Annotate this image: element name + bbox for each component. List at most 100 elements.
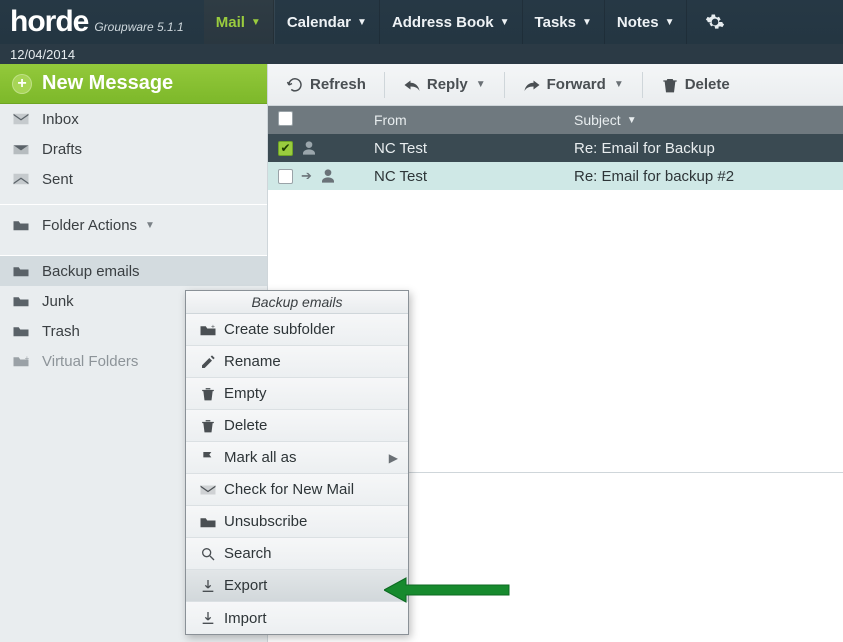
sent-icon <box>12 172 34 186</box>
chevron-down-icon: ▼ <box>145 220 155 231</box>
submenu-chevron-icon: ▶ <box>389 451 398 465</box>
chevron-down-icon: ▼ <box>500 17 510 28</box>
refresh-icon <box>286 76 304 94</box>
trash-icon <box>196 386 220 402</box>
ctx-label: Search <box>224 545 272 562</box>
brand-name: horde <box>10 0 88 44</box>
inbox-icon <box>12 112 34 126</box>
ctx-mark-all-as[interactable]: Mark all as ▶ <box>186 442 408 474</box>
drafts-icon <box>12 142 34 156</box>
folder-icon <box>12 294 34 308</box>
chevron-down-icon: ▼ <box>251 17 261 28</box>
virtual-folders-label: Virtual Folders <box>42 353 138 370</box>
trash-icon <box>661 76 679 94</box>
newfolder-icon: + <box>196 323 220 337</box>
ctx-check-new-mail[interactable]: Check for New Mail <box>186 474 408 506</box>
nav-addressbook-label: Address Book <box>392 14 494 31</box>
forwarded-icon: ➔ <box>301 168 312 184</box>
nav-notes[interactable]: Notes ▼ <box>605 0 688 44</box>
folder-trash-label: Trash <box>42 323 80 340</box>
person-icon <box>320 168 336 184</box>
delete-button[interactable]: Delete <box>651 72 740 98</box>
ctx-label: Empty <box>224 385 267 402</box>
column-header: From Subject ▼ <box>268 106 843 134</box>
plus-icon: + <box>12 74 32 94</box>
date-text: 12/04/2014 <box>10 47 75 62</box>
download-icon <box>196 610 220 626</box>
folder-inbox[interactable]: Inbox <box>0 104 267 134</box>
reply-button[interactable]: Reply ▼ <box>393 72 496 98</box>
folder-drafts[interactable]: Drafts <box>0 134 267 164</box>
message-row[interactable]: ➔ NC Test Re: Email for backup #2 <box>268 162 843 190</box>
row-checkbox[interactable] <box>278 169 293 184</box>
main-nav: Mail ▼ Calendar ▼ Address Book ▼ Tasks ▼… <box>204 0 736 44</box>
folder-junk-label: Junk <box>42 293 74 310</box>
message-subject: Re: Email for backup #2 <box>574 168 843 185</box>
folder-plus-icon: + <box>12 354 34 368</box>
mail-icon <box>196 484 220 496</box>
svg-text:+: + <box>25 354 30 362</box>
folder-icon <box>196 515 220 529</box>
column-subject[interactable]: Subject ▼ <box>574 112 843 128</box>
ctx-unsubscribe[interactable]: Unsubscribe <box>186 506 408 538</box>
ctx-search[interactable]: Search <box>186 538 408 570</box>
folder-context-menu: Backup emails + Create subfolder Rename … <box>185 290 409 635</box>
forward-icon <box>523 76 541 94</box>
select-all-checkbox[interactable] <box>278 111 293 126</box>
sort-desc-icon: ▼ <box>627 115 637 126</box>
ctx-label: Export <box>224 577 267 594</box>
folder-backup-emails-label: Backup emails <box>42 263 140 280</box>
ctx-label: Create subfolder <box>224 321 335 338</box>
refresh-button[interactable]: Refresh <box>276 72 376 98</box>
column-from[interactable]: From <box>374 112 574 128</box>
folder-backup-emails[interactable]: Backup emails <box>0 256 267 286</box>
folder-inbox-label: Inbox <box>42 111 79 128</box>
forward-label: Forward <box>547 76 606 93</box>
svg-text:+: + <box>211 323 215 330</box>
person-icon <box>301 140 317 156</box>
chevron-down-icon: ▼ <box>357 17 367 28</box>
settings-gear-icon[interactable] <box>695 0 735 44</box>
folder-sent-label: Sent <box>42 171 73 188</box>
row-checkbox[interactable]: ✔ <box>278 141 293 156</box>
top-bar: horde Groupware 5.1.1 Mail ▼ Calendar ▼ … <box>0 0 843 44</box>
chevron-down-icon: ▼ <box>476 79 486 90</box>
ctx-empty[interactable]: Empty <box>186 378 408 410</box>
folder-sent[interactable]: Sent <box>0 164 267 194</box>
context-menu-title: Backup emails <box>186 291 408 314</box>
chevron-down-icon: ▼ <box>614 79 624 90</box>
message-subject: Re: Email for Backup <box>574 140 843 157</box>
ctx-create-subfolder[interactable]: + Create subfolder <box>186 314 408 346</box>
nav-tasks-label: Tasks <box>535 14 576 31</box>
message-toolbar: Refresh Reply ▼ Forward ▼ <box>268 64 843 106</box>
trash-icon <box>196 418 220 434</box>
ctx-label: Import <box>224 610 267 627</box>
folder-icon <box>12 218 34 232</box>
ctx-import[interactable]: Import <box>186 602 408 634</box>
column-subject-label: Subject <box>574 112 621 128</box>
nav-calendar-label: Calendar <box>287 14 351 31</box>
brand-tagline: Groupware 5.1.1 <box>94 20 183 34</box>
ctx-export[interactable]: Export <box>186 570 408 602</box>
nav-calendar[interactable]: Calendar ▼ <box>275 0 380 44</box>
folder-icon <box>12 264 34 278</box>
search-icon <box>196 546 220 562</box>
primary-folder-list: Inbox Drafts Sent <box>0 104 267 194</box>
message-from: NC Test <box>374 140 574 157</box>
nav-mail[interactable]: Mail ▼ <box>204 0 274 44</box>
nav-notes-label: Notes <box>617 14 659 31</box>
ctx-label: Check for New Mail <box>224 481 354 498</box>
new-message-button[interactable]: + New Message <box>0 64 267 104</box>
folder-icon <box>12 324 34 338</box>
ctx-delete[interactable]: Delete <box>186 410 408 442</box>
chevron-down-icon: ▼ <box>665 17 675 28</box>
ctx-rename[interactable]: Rename <box>186 346 408 378</box>
folder-actions[interactable]: Folder Actions ▼ <box>0 205 267 245</box>
ctx-label: Mark all as <box>224 449 297 466</box>
nav-addressbook[interactable]: Address Book ▼ <box>380 0 523 44</box>
folder-drafts-label: Drafts <box>42 141 82 158</box>
nav-tasks[interactable]: Tasks ▼ <box>523 0 605 44</box>
forward-button[interactable]: Forward ▼ <box>513 72 634 98</box>
nav-mail-label: Mail <box>216 14 245 31</box>
message-row[interactable]: ✔ NC Test Re: Email for Backup <box>268 134 843 162</box>
